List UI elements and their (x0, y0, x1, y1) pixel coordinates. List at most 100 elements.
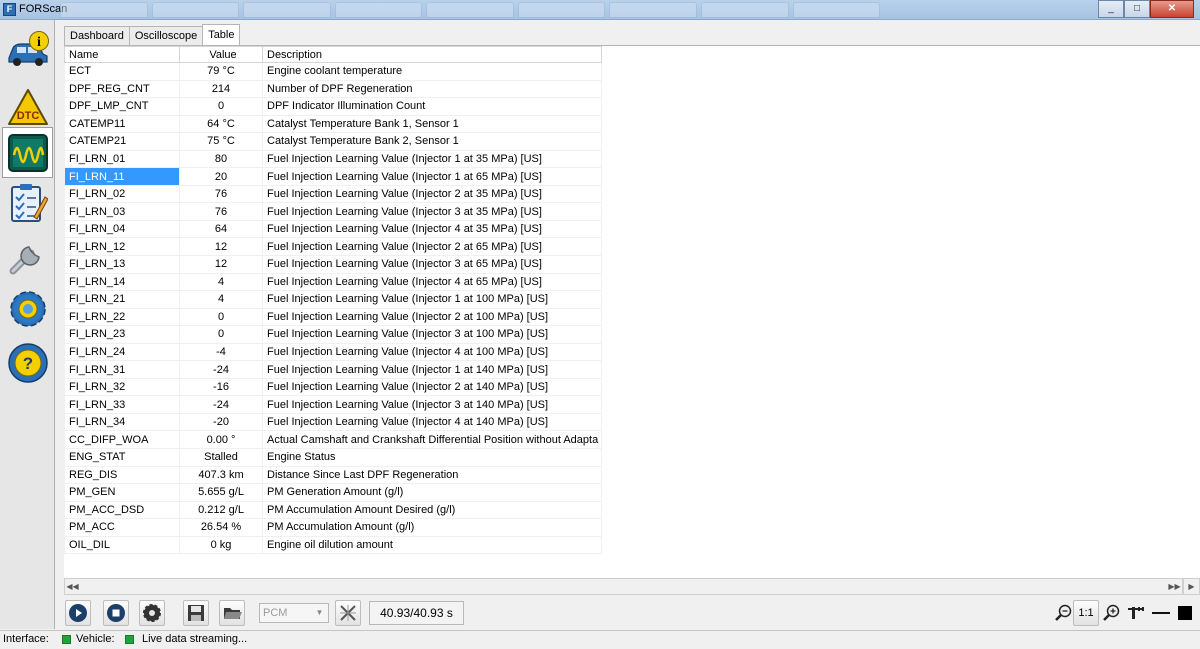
cell-value[interactable]: 0 (179, 97, 263, 116)
cell-description[interactable]: DPF Indicator Illumination Count (262, 97, 602, 116)
table-row[interactable]: CATEMP21 75 °C Catalyst Temperature Bank 2… (64, 132, 602, 151)
cell-description[interactable]: Fuel Injection Learning Value (Injector … (262, 325, 602, 344)
cell-name[interactable]: FI_LRN_34 (64, 412, 180, 432)
cell-description[interactable]: Fuel Injection Learning Value (Injector … (262, 307, 602, 327)
cell-name[interactable]: ECT (64, 62, 180, 81)
cell-name[interactable]: FI_LRN_23 (64, 325, 180, 344)
cell-value[interactable]: 79 °C (179, 62, 263, 81)
cell-name[interactable]: FI_LRN_22 (64, 307, 180, 327)
cell-value[interactable]: -24 (179, 395, 263, 414)
tab-oscilloscope[interactable]: Oscilloscope (128, 26, 204, 46)
table-row[interactable]: FI_LRN_21 4 Fuel Injection Learning Value … (64, 290, 602, 309)
table-row[interactable]: FI_LRN_22 0 Fuel Injection Learning Value … (64, 307, 602, 327)
cell-name[interactable]: FI_LRN_04 (64, 219, 180, 239)
cell-description[interactable]: Engine coolant temperature (262, 62, 602, 81)
cell-description[interactable]: Catalyst Temperature Bank 2, Sensor 1 (262, 132, 602, 151)
minimize-button[interactable]: _ (1098, 0, 1124, 18)
cell-description[interactable]: Fuel Injection Learning Value (Injector … (262, 272, 602, 292)
cell-description[interactable]: Fuel Injection Learning Value (Injector … (262, 202, 602, 221)
column-header-description[interactable]: Description (262, 46, 602, 63)
cell-name[interactable]: ENG_STAT (64, 448, 180, 467)
module-select[interactable]: PCM ▼ (259, 603, 329, 623)
cell-value[interactable]: 26.54 % (179, 518, 263, 537)
table-row[interactable]: FI_LRN_34 -20 Fuel Injection Learning Valu… (64, 412, 602, 432)
column-header-value[interactable]: Value (179, 46, 263, 63)
cell-description[interactable]: PM Accumulation Amount Desired (g/l) (262, 500, 602, 520)
close-button[interactable]: ✕ (1150, 0, 1194, 18)
table-row[interactable]: FI_LRN_03 76 Fuel Injection Learning Value… (64, 202, 602, 221)
cell-description[interactable]: PM Generation Amount (g/l) (262, 483, 602, 502)
cell-name[interactable]: FI_LRN_31 (64, 360, 180, 379)
cell-value[interactable]: 214 (179, 79, 263, 99)
cell-name[interactable]: PM_ACC (64, 518, 180, 537)
table-row[interactable]: FI_LRN_14 4 Fuel Injection Learning Value … (64, 272, 602, 292)
cell-description[interactable]: PM Accumulation Amount (g/l) (262, 518, 602, 537)
table-row[interactable]: CC_DIFP_WOA 0.00 ° Actual Camshaft and Cra… (64, 430, 602, 450)
table-row[interactable]: CATEMP11 64 °C Catalyst Temperature Bank 1… (64, 114, 602, 134)
cell-description[interactable]: Number of DPF Regeneration (262, 79, 602, 99)
cell-value[interactable]: 20 (179, 167, 263, 186)
cell-name[interactable]: FI_LRN_21 (64, 290, 180, 309)
cell-description[interactable]: Catalyst Temperature Bank 1, Sensor 1 (262, 114, 602, 134)
sidebar-item-info[interactable]: i (2, 24, 53, 75)
cell-name[interactable]: CATEMP21 (64, 132, 180, 151)
sidebar-item-service[interactable] (2, 230, 53, 281)
cell-description[interactable]: Distance Since Last DPF Regeneration (262, 465, 602, 485)
cell-description[interactable]: Fuel Injection Learning Value (Injector … (262, 290, 602, 309)
cell-value[interactable]: 0.00 ° (179, 430, 263, 450)
fill-button[interactable] (1172, 600, 1198, 626)
cell-value[interactable]: 76 (179, 184, 263, 204)
cell-name[interactable]: REG_DIS (64, 465, 180, 485)
crop-button[interactable] (1123, 600, 1149, 626)
cell-description[interactable]: Fuel Injection Learning Value (Injector … (262, 219, 602, 239)
scroll-left-button[interactable]: ◀◀ (65, 579, 80, 594)
table-row[interactable]: FI_LRN_24 -4 Fuel Injection Learning Value… (64, 342, 602, 362)
cell-name[interactable]: CATEMP11 (64, 114, 180, 134)
cell-name[interactable]: PM_ACC_DSD (64, 500, 180, 520)
horizontal-scrollbar[interactable]: ◀◀ ▶▶ (64, 578, 1183, 595)
reset-button[interactable] (335, 600, 361, 626)
sidebar-item-configuration[interactable] (2, 283, 53, 334)
cell-name[interactable]: PM_GEN (64, 483, 180, 502)
cell-value[interactable]: -16 (179, 377, 263, 397)
tab-table[interactable]: Table (202, 24, 241, 46)
table-row[interactable]: DPF_REG_CNT 214 Number of DPF Regeneration (64, 79, 602, 99)
cell-description[interactable]: Fuel Injection Learning Value (Injector … (262, 167, 602, 186)
cell-description[interactable]: Fuel Injection Learning Value (Injector … (262, 360, 602, 379)
cell-description[interactable]: Engine Status (262, 448, 602, 467)
cell-value[interactable]: 4 (179, 272, 263, 292)
scroll-right-button[interactable]: ▶▶ (1167, 579, 1182, 594)
cell-description[interactable]: Fuel Injection Learning Value (Injector … (262, 412, 602, 432)
table-row[interactable]: FI_LRN_33 -24 Fuel Injection Learning Valu… (64, 395, 602, 414)
cell-name[interactable]: FI_LRN_33 (64, 395, 180, 414)
zoom-ratio-button[interactable]: 1:1 (1073, 600, 1099, 626)
open-button[interactable] (219, 600, 245, 626)
cell-name[interactable]: FI_LRN_32 (64, 377, 180, 397)
cell-name[interactable]: FI_LRN_14 (64, 272, 180, 292)
table-row[interactable]: ENG_STAT Stalled Engine Status (64, 448, 602, 467)
cell-value[interactable]: 80 (179, 149, 263, 169)
cell-value[interactable]: 64 °C (179, 114, 263, 134)
cell-name[interactable]: FI_LRN_24 (64, 342, 180, 362)
table-row[interactable]: FI_LRN_13 12 Fuel Injection Learning Value… (64, 255, 602, 274)
cell-name[interactable]: FI_LRN_02 (64, 184, 180, 204)
table-row[interactable]: REG_DIS 407.3 km Distance Since Last DPF R… (64, 465, 602, 485)
column-header-name[interactable]: Name (64, 46, 180, 63)
table-row[interactable]: FI_LRN_23 0 Fuel Injection Learning Value … (64, 325, 602, 344)
cell-description[interactable]: Fuel Injection Learning Value (Injector … (262, 149, 602, 169)
tab-dashboard[interactable]: Dashboard (64, 26, 130, 46)
cell-value[interactable]: 12 (179, 237, 263, 257)
table-row[interactable]: FI_LRN_31 -24 Fuel Injection Learning Valu… (64, 360, 602, 379)
cell-value[interactable]: 5.655 g/L (179, 483, 263, 502)
cell-description[interactable]: Fuel Injection Learning Value (Injector … (262, 184, 602, 204)
cell-description[interactable]: Fuel Injection Learning Value (Injector … (262, 377, 602, 397)
save-button[interactable] (183, 600, 209, 626)
cell-value[interactable]: Stalled (179, 448, 263, 467)
cell-name[interactable]: DPF_REG_CNT (64, 79, 180, 99)
cell-value[interactable]: 75 °C (179, 132, 263, 151)
cell-value[interactable]: 4 (179, 290, 263, 309)
cell-value[interactable]: -24 (179, 360, 263, 379)
cell-name[interactable]: FI_LRN_01 (64, 149, 180, 169)
play-button[interactable] (65, 600, 91, 626)
table-row[interactable]: FI_LRN_01 80 Fuel Injection Learning Value… (64, 149, 602, 169)
